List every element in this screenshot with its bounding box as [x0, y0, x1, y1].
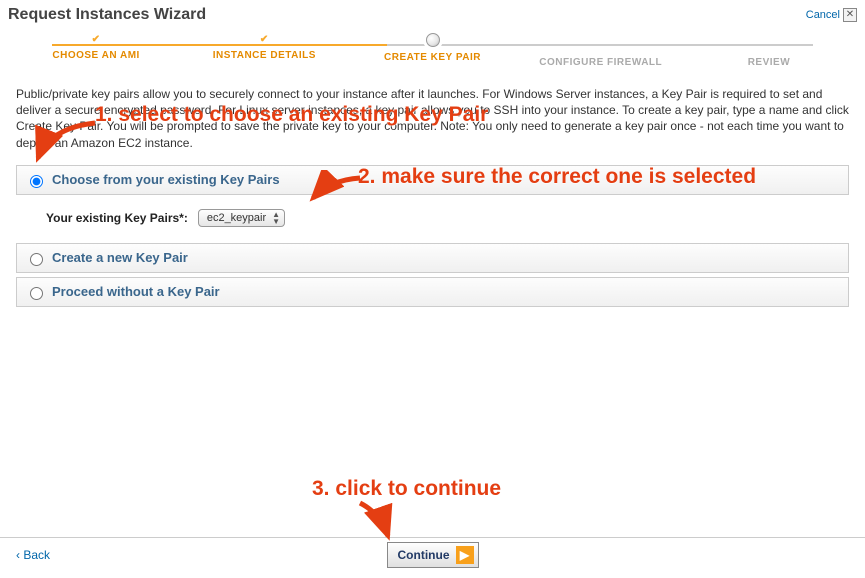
annotation-3: 3. click to continue — [312, 477, 501, 501]
option-proceed-label[interactable]: Proceed without a Key Pair — [52, 284, 220, 299]
wizard-title: Request Instances Wizard — [8, 6, 206, 24]
step-configure-firewall: CONFIGURE FIREWALL — [517, 38, 685, 68]
radio-proceed[interactable] — [30, 287, 43, 300]
select-arrows-icon: ▲▼ — [272, 211, 280, 225]
radio-create[interactable] — [30, 253, 43, 266]
step-instance-details[interactable]: ✔ INSTANCE DETAILS — [180, 38, 348, 68]
keypair-select[interactable]: ec2_keypair ▲▼ — [198, 209, 285, 227]
radio-existing[interactable] — [30, 175, 43, 188]
close-icon[interactable]: ✕ — [843, 8, 857, 22]
option-create-keypair[interactable]: Create a new Key Pair — [16, 243, 849, 273]
step-review: REVIEW — [685, 38, 853, 68]
option-existing-keypair[interactable]: Choose from your existing Key Pairs — [16, 165, 849, 195]
existing-keypair-field-label: Your existing Key Pairs*: — [46, 211, 188, 225]
current-step-icon — [426, 33, 440, 47]
keypair-selected-value: ec2_keypair — [207, 212, 266, 224]
wizard-content: Public/private key pairs allow you to se… — [0, 72, 865, 307]
step-create-key-pair: CREATE KEY PAIR — [348, 38, 516, 68]
check-icon: ✔ — [259, 34, 269, 44]
cancel-link[interactable]: Cancel — [806, 9, 840, 21]
continue-button[interactable]: Continue ▶ — [387, 542, 479, 568]
wizard-header: Request Instances Wizard Cancel ✕ — [0, 0, 865, 28]
check-icon: ✔ — [91, 34, 101, 44]
arrow-right-icon: ▶ — [456, 546, 474, 564]
option-proceed-without[interactable]: Proceed without a Key Pair — [16, 277, 849, 307]
option-existing-label[interactable]: Choose from your existing Key Pairs — [52, 172, 280, 187]
existing-keypair-row: Your existing Key Pairs*: ec2_keypair ▲▼ — [16, 199, 849, 243]
step-choose-ami[interactable]: ✔ CHOOSE AN AMI — [12, 38, 180, 68]
wizard-steps: ✔ CHOOSE AN AMI ✔ INSTANCE DETAILS CREAT… — [12, 38, 853, 72]
back-link[interactable]: ‹ Back — [16, 548, 50, 562]
intro-text: Public/private key pairs allow you to se… — [16, 86, 849, 151]
option-create-label[interactable]: Create a new Key Pair — [52, 250, 188, 265]
